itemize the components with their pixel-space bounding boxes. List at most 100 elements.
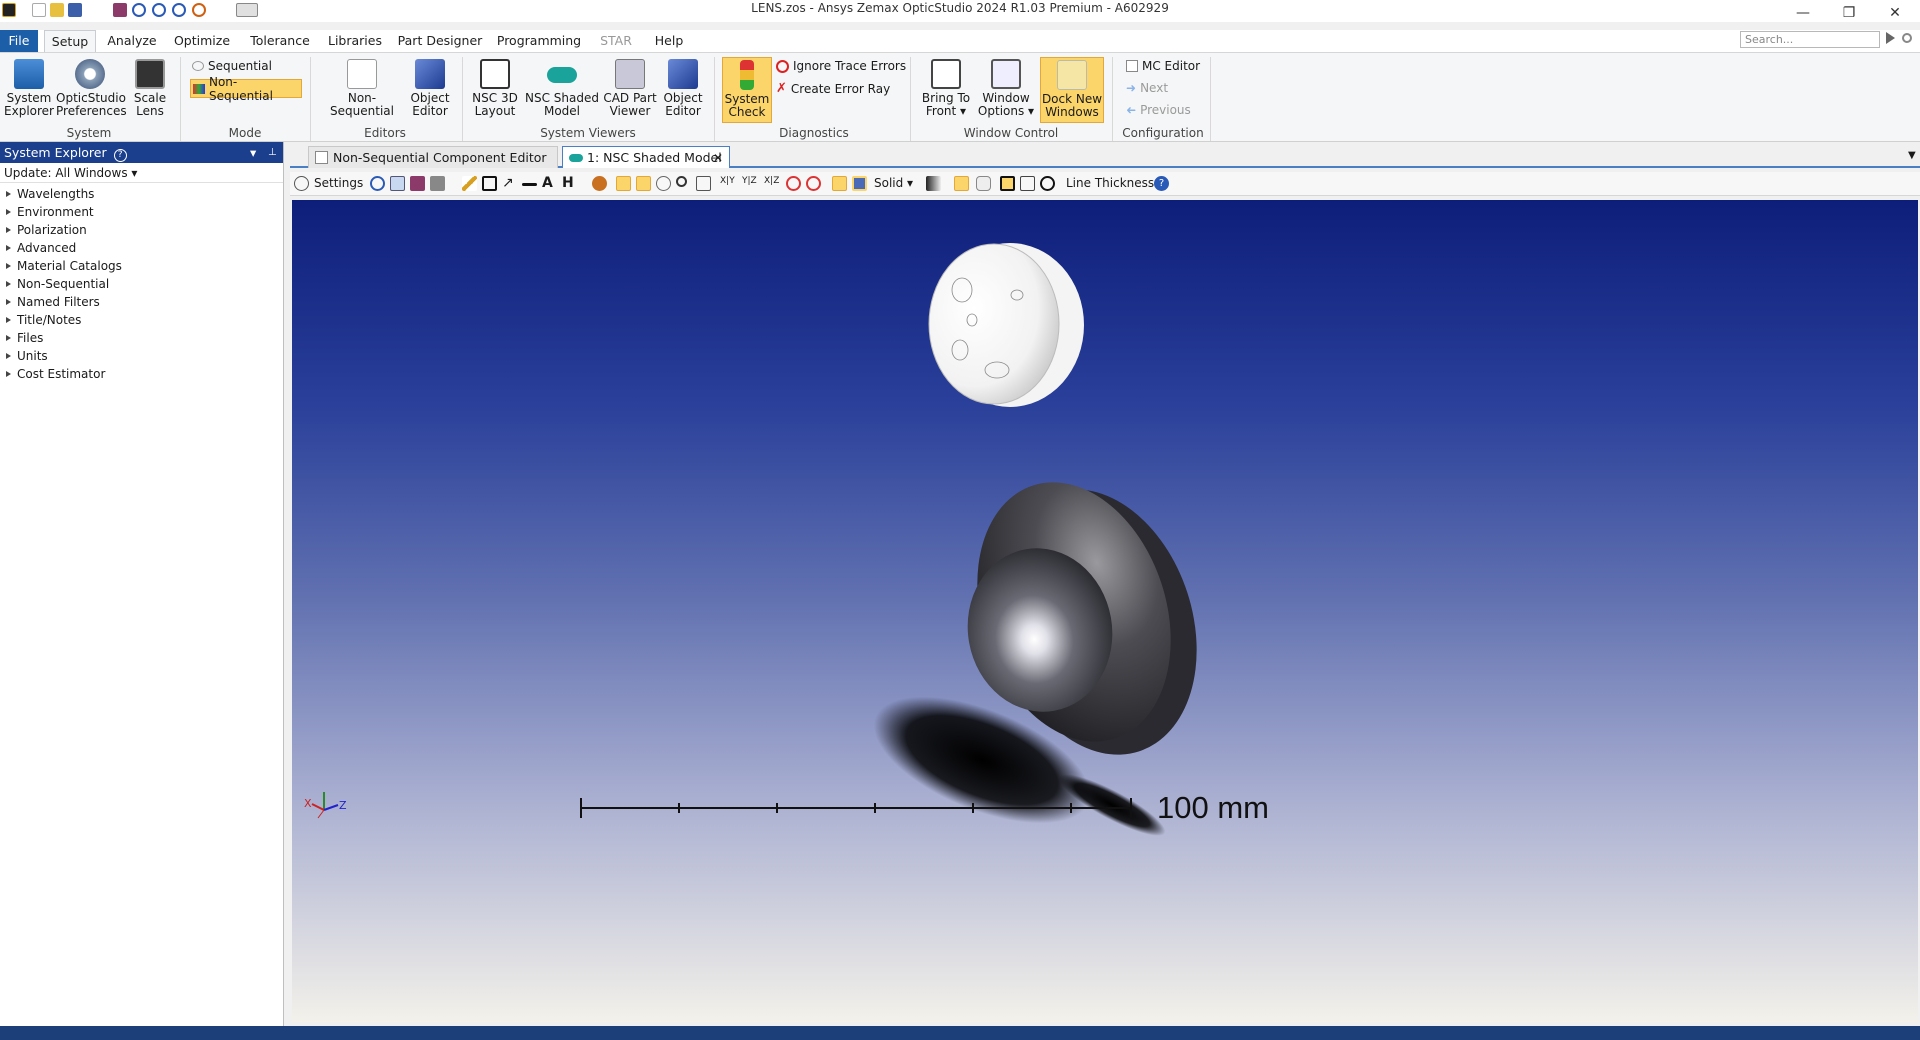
line-thickness-dropdown[interactable]: Line Thickness ▾ (1066, 176, 1164, 190)
system-explorer-button[interactable]: System Explorer (4, 59, 54, 118)
cad-part-viewer-button[interactable]: CAD Part Viewer (602, 59, 658, 118)
tab-setup[interactable]: Setup (44, 30, 96, 53)
minimize-button[interactable]: — (1780, 0, 1826, 26)
dimension-icon[interactable]: H (562, 176, 577, 191)
close-tab-icon[interactable]: ✕ (713, 147, 723, 169)
tree-item-polarization[interactable]: Polarization (0, 221, 283, 239)
opticstudio-preferences-button[interactable]: OpticStudio Preferences (56, 59, 127, 118)
tree-item-material-catalogs[interactable]: Material Catalogs (0, 257, 283, 275)
scale-icon (135, 59, 165, 89)
wireframe-mode-icon[interactable] (852, 176, 867, 191)
sequential-option[interactable]: Sequential (192, 59, 272, 73)
axes-icon[interactable] (616, 176, 631, 191)
previous-config-button[interactable]: ➜ Previous (1126, 103, 1191, 117)
axis-x-label: X (304, 797, 312, 810)
help-icon[interactable]: ? (1154, 176, 1169, 191)
settings-button[interactable]: Settings (314, 176, 363, 190)
rectangle-icon[interactable] (482, 176, 497, 191)
view-yz-button[interactable]: Y|Z (742, 176, 757, 186)
tab-libraries[interactable]: Libraries (326, 30, 384, 52)
reset-rotation-icon[interactable] (806, 176, 821, 191)
mc-editor-button[interactable]: MC Editor (1126, 59, 1200, 73)
lock-icon[interactable] (976, 176, 991, 191)
tree-item-wavelengths[interactable]: Wavelengths (0, 185, 283, 203)
fit-view-icon[interactable] (696, 176, 711, 191)
object-editor-viewer-button[interactable]: Object Editor (660, 59, 706, 118)
tree-item-title-notes[interactable]: Title/Notes (0, 311, 283, 329)
print-icon[interactable] (430, 176, 445, 191)
tree-item-environment[interactable]: Environment (0, 203, 283, 221)
solid-dropdown[interactable]: Solid ▾ (874, 176, 913, 190)
tab-tolerance[interactable]: Tolerance (246, 30, 314, 52)
tab-analyze[interactable]: Analyze (104, 30, 160, 52)
tree-item-files[interactable]: Files (0, 329, 283, 347)
refresh-icon[interactable] (370, 176, 385, 191)
tree-item-cost-estimator[interactable]: Cost Estimator (0, 365, 283, 383)
tab-programming[interactable]: Programming (496, 30, 582, 52)
help-icon[interactable]: ? (113, 149, 127, 162)
nsc-3d-layout-button[interactable]: NSC 3D Layout (468, 59, 522, 118)
tree-item-named-filters[interactable]: Named Filters (0, 293, 283, 311)
rotate-icon[interactable] (786, 176, 801, 191)
light-source-icon[interactable] (592, 176, 607, 191)
tab-part-designer[interactable]: Part Designer (396, 30, 484, 52)
power-icon[interactable] (1040, 176, 1055, 191)
nsc-shaded-model-button[interactable]: NSC Shaded Model (524, 59, 600, 118)
tab-optimize[interactable]: Optimize (170, 30, 234, 52)
close-button[interactable]: ✕ (1872, 0, 1918, 26)
next-label: Next (1140, 81, 1169, 95)
dock-new-windows-button[interactable]: Dock New Windows (1040, 57, 1104, 123)
panel-menu-icon[interactable]: ▾ (250, 142, 256, 163)
tree-item-non-sequential[interactable]: Non-Sequential (0, 275, 283, 293)
window-icon[interactable] (1020, 176, 1035, 191)
non-sequential-option[interactable]: Non-Sequential (190, 75, 302, 103)
tab-list-icon[interactable]: ▼ (1908, 150, 1916, 161)
zoom-icon[interactable] (676, 176, 687, 187)
arrow-icon[interactable]: ↗ (502, 176, 517, 191)
restore-button[interactable]: ❐ (1826, 0, 1872, 26)
tab-non-sequential-component-editor[interactable]: Non-Sequential Component Editor (308, 146, 558, 168)
next-config-button[interactable]: ➜ Next (1126, 81, 1168, 95)
search-input[interactable]: Search... (1740, 31, 1880, 48)
tab-star[interactable]: STAR (594, 30, 638, 52)
zoom-window-icon[interactable] (636, 176, 651, 191)
magnifier-icon[interactable] (1902, 33, 1912, 43)
ignore-trace-errors-button[interactable]: Ignore Trace Errors (776, 59, 906, 73)
light-icon[interactable] (954, 176, 969, 191)
shaded-model-viewport[interactable]: X Z 100 mm (292, 200, 1918, 1022)
line-icon[interactable] (522, 183, 537, 186)
frame-icon[interactable] (1000, 176, 1015, 191)
tab-file[interactable]: File (0, 30, 38, 52)
tree-item-units[interactable]: Units (0, 347, 283, 365)
update-windows-dropdown[interactable]: Update: All Windows ▾ (0, 163, 283, 183)
viewer-toolbar: Settings ↗ A H X|Y Y|Z X|Z Solid ▾ Line … (290, 172, 1920, 196)
create-error-ray-button[interactable]: ✗ Create Error Ray (776, 81, 890, 96)
window-options-label-2: Options ▾ (977, 104, 1035, 118)
copy-icon[interactable] (390, 176, 405, 191)
group-label-window-control: Window Control (963, 126, 1059, 140)
ribbon-separator (910, 57, 911, 141)
object-editor-button[interactable]: Object Editor (408, 59, 452, 118)
system-check-button[interactable]: System Check (722, 57, 772, 123)
pencil-icon[interactable] (462, 176, 477, 191)
non-sequential-editor-button[interactable]: Non-Sequential (318, 59, 406, 118)
search-go-icon[interactable] (1886, 32, 1895, 44)
preferences-label-2: Preferences (56, 104, 127, 118)
pin-icon[interactable]: ⊥ (268, 142, 277, 163)
tab-help[interactable]: Help (648, 30, 690, 52)
view-xy-button[interactable]: X|Y (720, 176, 735, 186)
window-options-button[interactable]: Window Options ▾ (976, 59, 1036, 118)
gradient-icon[interactable] (926, 176, 941, 191)
view-xz-button[interactable]: X|Z (764, 176, 779, 186)
pan-icon[interactable] (656, 176, 671, 191)
save-icon[interactable] (410, 176, 425, 191)
bring-to-front-button[interactable]: Bring To Front ▾ (918, 59, 974, 118)
object-editor-label-2: Editor (412, 104, 448, 118)
tree-item-advanced[interactable]: Advanced (0, 239, 283, 257)
scale-lens-button[interactable]: Scale Lens (128, 59, 172, 118)
settings-toggle-icon[interactable] (294, 176, 309, 191)
text-icon[interactable]: A (542, 176, 557, 191)
explorer-tree: Wavelengths Environment Polarization Adv… (0, 183, 283, 383)
shaded-mode-icon[interactable] (832, 176, 847, 191)
tab-nsc-shaded-model[interactable]: 1: NSC Shaded Model ✕ (562, 146, 730, 168)
